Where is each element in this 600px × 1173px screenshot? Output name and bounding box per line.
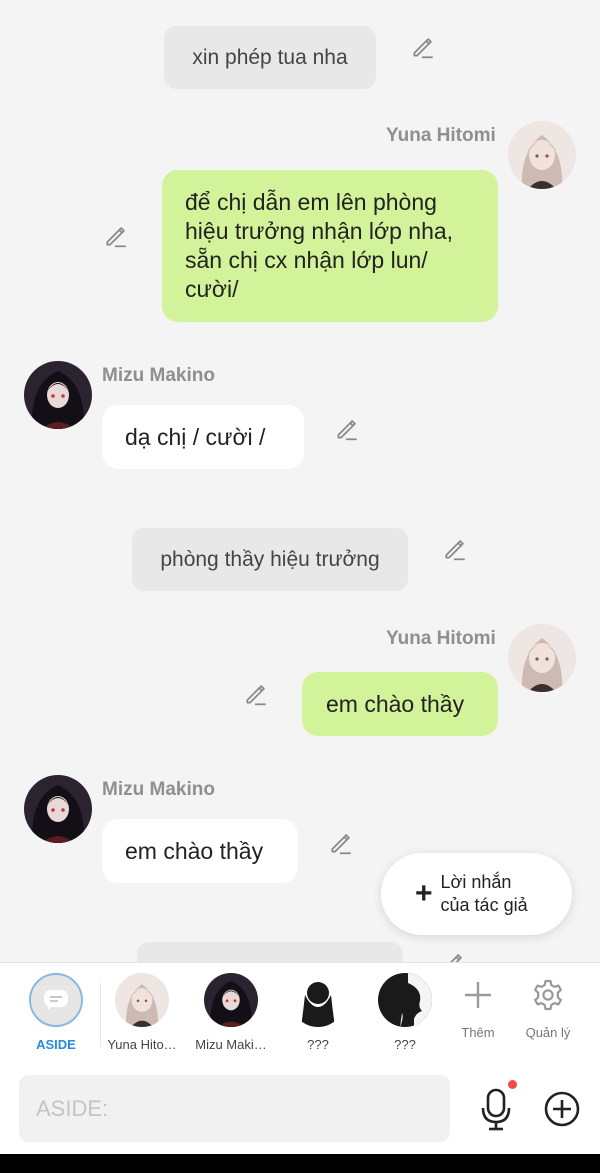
add-circle-icon[interactable] <box>543 1090 581 1128</box>
add-label: Thêm <box>461 1025 495 1040</box>
author-note-line2: của tác giả <box>440 895 528 915</box>
mizu-avatar[interactable] <box>24 361 92 429</box>
character-bar: ASIDE Yuna Hito… Mizu Maki… ??? ??? Thêm… <box>0 962 600 1064</box>
yuna-avatar[interactable] <box>508 121 576 189</box>
edit-pencil-icon[interactable] <box>334 416 360 442</box>
manage-button[interactable]: Quản lý <box>516 975 580 1040</box>
yuna-avatar[interactable] <box>508 624 576 692</box>
message-text: em chào thầy <box>125 837 264 864</box>
chat-area: xin phép tua nha Yuna Hitomi để chị dẫn … <box>0 0 600 962</box>
gear-icon <box>534 979 562 1011</box>
character-mizu[interactable]: Mizu Maki… <box>189 973 273 1052</box>
edit-pencil-icon[interactable] <box>440 950 466 962</box>
profile-silhouette-avatar <box>378 973 432 1027</box>
add-character-button[interactable]: Thêm <box>446 975 510 1040</box>
input-bar <box>0 1064 600 1154</box>
sender-name: Yuna Hitomi <box>386 628 496 649</box>
edit-pencil-icon[interactable] <box>243 681 269 707</box>
aside-circle <box>29 973 83 1027</box>
edit-pencil-icon[interactable] <box>103 223 129 249</box>
message-input[interactable] <box>19 1075 450 1142</box>
character-label: Yuna Hito… <box>107 1037 177 1052</box>
character-yuna[interactable]: Yuna Hito… <box>100 973 184 1052</box>
chat-bubble-icon <box>44 990 68 1010</box>
sender-name: Yuna Hitomi <box>386 125 496 146</box>
narration-text: xin phép tua nha <box>192 45 348 69</box>
character-label: Mizu Maki… <box>195 1037 267 1052</box>
manage-label: Quản lý <box>525 1025 571 1040</box>
sender-name: Mizu Makino <box>102 365 215 386</box>
narration-bubble[interactable]: phòng thầy hiệu trưởng <box>132 528 408 591</box>
message-bubble-right[interactable]: để chị dẫn em lên phòng hiệu trưởng nhận… <box>162 170 498 322</box>
message-bubble-left[interactable]: em chào thầy <box>102 819 298 883</box>
silhouette-avatar <box>291 973 345 1027</box>
plus-icon <box>465 982 491 1008</box>
message-text: dạ chị / cười / <box>125 423 266 450</box>
character-unknown-2[interactable]: ??? <box>363 973 447 1052</box>
message-bubble-right[interactable]: em chào thầy <box>302 672 498 736</box>
edit-pencil-icon[interactable] <box>442 536 468 562</box>
plus-icon: + <box>415 877 433 910</box>
microphone-icon[interactable] <box>478 1086 514 1134</box>
character-label: ??? <box>307 1037 329 1052</box>
notification-dot <box>508 1080 517 1089</box>
narration-bubble[interactable]: xin phép tua nha <box>164 26 376 89</box>
character-label: ??? <box>394 1037 416 1052</box>
message-text: em chào thầy <box>326 691 465 717</box>
narration-bubble[interactable] <box>137 942 403 962</box>
yuna-avatar <box>115 973 169 1027</box>
sender-name: Mizu Makino <box>102 779 215 800</box>
edit-pencil-icon[interactable] <box>410 34 436 60</box>
author-note-button[interactable]: + Lời nhắn của tác giả <box>381 853 572 935</box>
message-text: để chị dẫn em lên phòng hiệu trưởng nhận… <box>185 189 454 302</box>
edit-pencil-icon[interactable] <box>328 830 354 856</box>
narration-text: phòng thầy hiệu trưởng <box>160 547 380 571</box>
character-unknown-1[interactable]: ??? <box>276 973 360 1052</box>
author-note-line1: Lời nhắn <box>440 872 512 892</box>
aside-label: ASIDE <box>36 1037 76 1052</box>
system-nav-strip <box>0 1154 600 1173</box>
mizu-avatar[interactable] <box>24 775 92 843</box>
mizu-avatar <box>204 973 258 1027</box>
aside-selector[interactable]: ASIDE <box>14 973 98 1052</box>
message-bubble-left[interactable]: dạ chị / cười / <box>102 405 304 469</box>
